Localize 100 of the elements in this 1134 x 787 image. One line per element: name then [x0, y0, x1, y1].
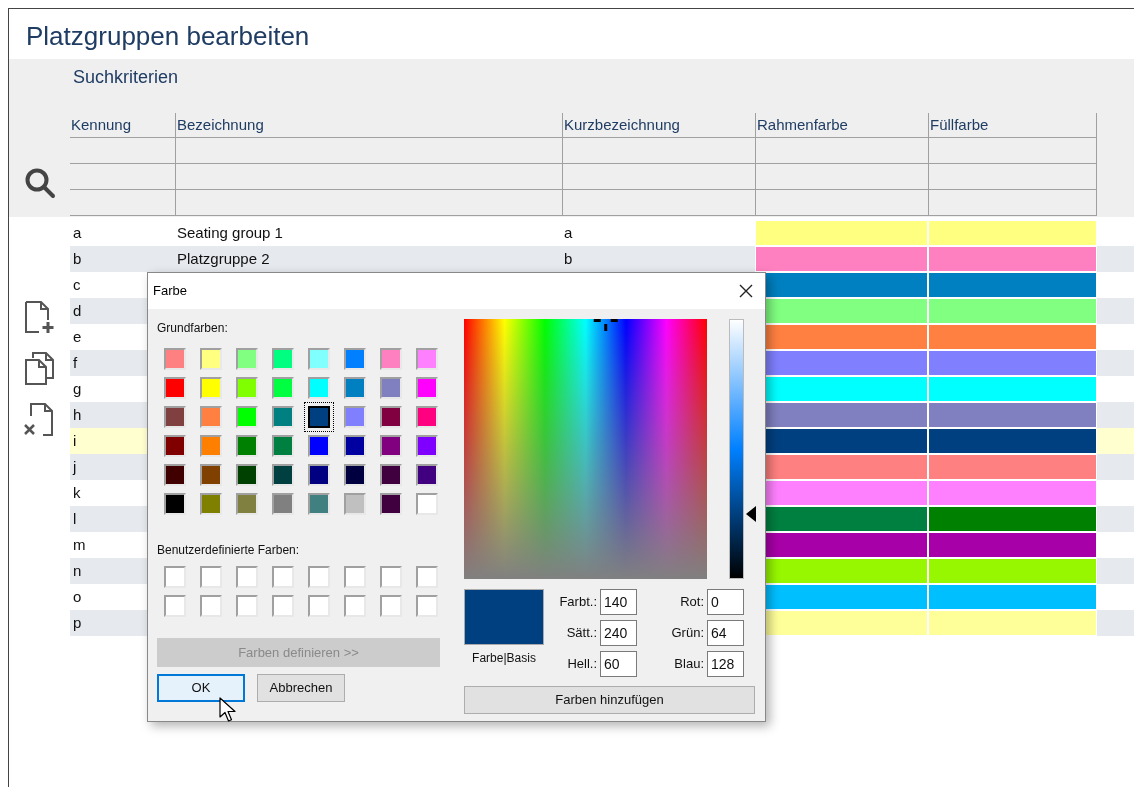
color-swatch[interactable]	[200, 464, 222, 486]
custom-color-swatch[interactable]	[164, 595, 186, 617]
table-row[interactable]: b Platzgruppe 2 b	[70, 246, 1134, 272]
filter-field[interactable]	[755, 190, 928, 216]
filter-field[interactable]	[755, 138, 928, 164]
color-swatch[interactable]	[344, 406, 366, 428]
color-swatch[interactable]	[308, 493, 330, 515]
color-swatch[interactable]	[416, 435, 438, 457]
luminance-bar[interactable]	[729, 319, 744, 579]
color-swatch[interactable]	[200, 377, 222, 399]
color-swatch[interactable]	[308, 464, 330, 486]
table-cell-text: a	[73, 222, 82, 243]
number-field[interactable]: 140	[600, 589, 637, 615]
custom-color-swatch[interactable]	[272, 566, 294, 588]
color-swatch[interactable]	[272, 464, 294, 486]
new-document-icon[interactable]	[22, 300, 57, 334]
color-swatch[interactable]	[164, 464, 186, 486]
color-swatch[interactable]	[164, 435, 186, 457]
custom-color-swatch[interactable]	[380, 566, 402, 588]
custom-color-swatch[interactable]	[308, 595, 330, 617]
color-swatch[interactable]	[416, 464, 438, 486]
cancel-button[interactable]: Abbrechen	[257, 674, 345, 702]
search-icon[interactable]	[23, 167, 56, 199]
color-swatch[interactable]	[272, 348, 294, 370]
filter-field[interactable]	[928, 164, 1097, 190]
filter-field[interactable]	[175, 138, 562, 164]
custom-color-swatch[interactable]	[308, 566, 330, 588]
custom-color-swatch[interactable]	[416, 595, 438, 617]
close-icon[interactable]	[739, 284, 753, 298]
number-field[interactable]: 60	[600, 651, 637, 677]
color-swatch[interactable]	[308, 348, 330, 370]
filter-field[interactable]	[175, 190, 562, 216]
filter-field[interactable]	[562, 138, 755, 164]
color-swatch[interactable]	[164, 406, 186, 428]
color-swatch[interactable]	[416, 348, 438, 370]
custom-color-swatch[interactable]	[380, 595, 402, 617]
custom-color-swatch[interactable]	[416, 566, 438, 588]
color-swatch[interactable]	[272, 493, 294, 515]
filter-field[interactable]	[928, 190, 1097, 216]
color-swatch[interactable]	[416, 493, 438, 515]
ok-button[interactable]: OK	[157, 674, 245, 702]
add-colors-button[interactable]: Farben hinzufügen	[464, 686, 755, 714]
color-swatch[interactable]	[416, 377, 438, 399]
color-spectrum[interactable]	[464, 319, 707, 579]
color-swatch[interactable]	[200, 406, 222, 428]
color-swatch[interactable]	[200, 435, 222, 457]
number-field[interactable]: 240	[600, 620, 637, 646]
color-swatch[interactable]	[380, 406, 402, 428]
color-swatch[interactable]	[308, 377, 330, 399]
color-swatch[interactable]	[344, 348, 366, 370]
color-swatch[interactable]	[236, 377, 258, 399]
section-title: Suchkriterien	[73, 67, 179, 87]
custom-color-swatch[interactable]	[200, 595, 222, 617]
custom-color-swatch[interactable]	[236, 566, 258, 588]
color-swatch[interactable]	[164, 348, 186, 370]
table-cell-text: j	[73, 456, 77, 477]
table-cell-text: i	[73, 430, 77, 451]
color-swatch[interactable]	[236, 464, 258, 486]
color-swatch[interactable]	[200, 348, 222, 370]
color-swatch[interactable]	[272, 406, 294, 428]
color-swatch[interactable]	[380, 435, 402, 457]
window-title: Platzgruppen bearbeiten	[25, 20, 310, 53]
filter-field[interactable]	[562, 190, 755, 216]
color-swatch[interactable]	[236, 348, 258, 370]
color-swatch[interactable]	[200, 493, 222, 515]
color-swatch[interactable]	[380, 493, 402, 515]
color-swatch[interactable]	[416, 406, 438, 428]
filter-field[interactable]	[562, 164, 755, 190]
color-swatch[interactable]	[344, 377, 366, 399]
color-swatch[interactable]	[380, 348, 402, 370]
copy-document-icon[interactable]	[22, 351, 57, 385]
custom-color-swatch[interactable]	[344, 595, 366, 617]
number-field[interactable]: 64	[707, 620, 744, 646]
custom-color-swatch[interactable]	[164, 566, 186, 588]
number-field[interactable]: 128	[707, 651, 744, 677]
number-field[interactable]: 0	[707, 589, 744, 615]
color-swatch[interactable]	[308, 435, 330, 457]
color-swatch[interactable]	[380, 464, 402, 486]
color-swatch[interactable]	[236, 406, 258, 428]
color-swatch[interactable]	[164, 377, 186, 399]
custom-color-swatch[interactable]	[236, 595, 258, 617]
basic-colors-label: Grundfarben:	[157, 320, 228, 335]
color-swatch[interactable]	[236, 435, 258, 457]
custom-color-swatch[interactable]	[344, 566, 366, 588]
custom-color-swatch[interactable]	[272, 595, 294, 617]
color-swatch[interactable]	[344, 435, 366, 457]
filter-field[interactable]	[175, 164, 562, 190]
color-swatch[interactable]	[236, 493, 258, 515]
color-swatch[interactable]	[380, 377, 402, 399]
filter-field[interactable]	[928, 138, 1097, 164]
color-swatch[interactable]	[344, 464, 366, 486]
slider-arrow-icon[interactable]	[746, 506, 756, 522]
color-swatch[interactable]	[164, 493, 186, 515]
field-label: Grün:	[671, 624, 704, 643]
color-swatch[interactable]	[344, 493, 366, 515]
color-swatch[interactable]	[272, 377, 294, 399]
color-swatch[interactable]	[272, 435, 294, 457]
filter-field[interactable]	[755, 164, 928, 190]
custom-color-swatch[interactable]	[200, 566, 222, 588]
table-cell-text: n	[73, 560, 82, 581]
